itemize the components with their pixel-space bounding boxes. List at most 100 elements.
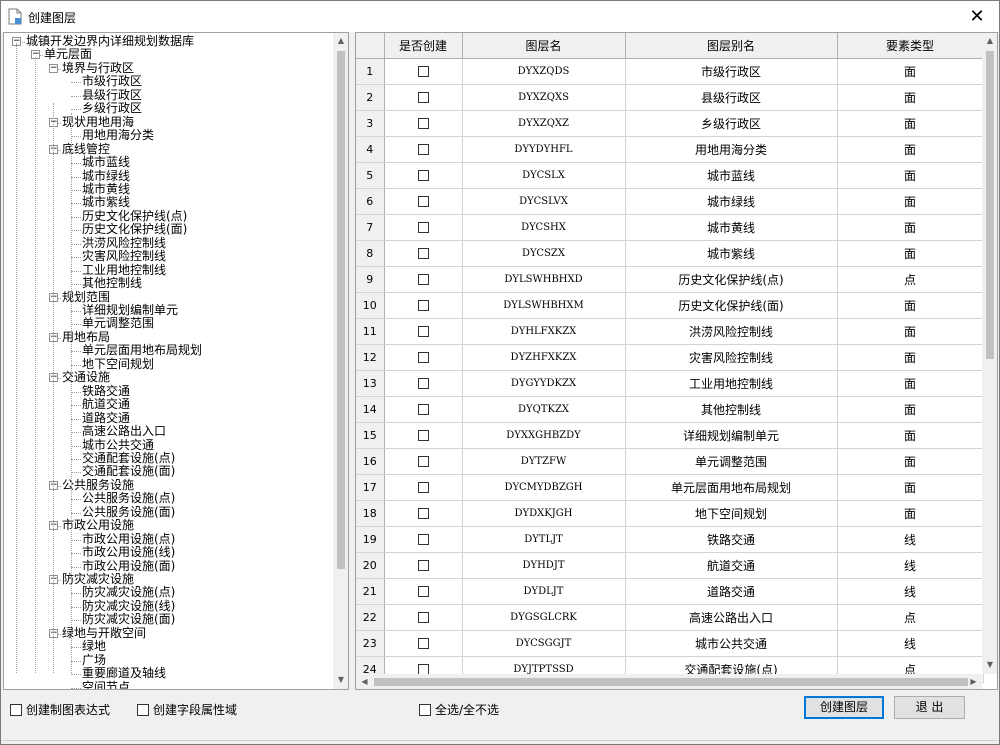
tree-node[interactable]: 高速公路出入口 [82, 425, 166, 439]
row-number[interactable]: 5 [356, 162, 385, 189]
table-row[interactable]: 6 DYCSLVX 城市绿线面 [356, 188, 984, 215]
table-row[interactable]: 15 DYXXGHBZDY 详细规划编制单元面 [356, 422, 984, 449]
checkbox-box[interactable] [419, 703, 431, 716]
layer-alias-cell[interactable]: 城市紫线 [625, 240, 838, 267]
create-cell[interactable] [384, 500, 463, 527]
tree-node[interactable]: 重要廊道及轴线 [82, 667, 166, 681]
create-cell[interactable] [384, 448, 463, 475]
table-row[interactable]: 16 DYTZFW 单元调整范围面 [356, 448, 984, 475]
create-cell[interactable] [384, 370, 463, 397]
table-row[interactable]: 18 DYDXKJGH 地下空间规划面 [356, 500, 984, 527]
feature-type-cell[interactable]: 面 [837, 448, 984, 475]
create-style-checkbox[interactable]: 创建制图表达式 [10, 701, 110, 718]
layer-alias-cell[interactable]: 详细规划编制单元 [625, 422, 838, 449]
create-cell[interactable] [384, 58, 463, 85]
create-checkbox[interactable] [417, 508, 429, 519]
create-cell[interactable] [384, 474, 463, 501]
create-checkbox[interactable] [417, 638, 429, 649]
tree-node[interactable]: 历史文化保护线(面) [82, 223, 187, 237]
create-checkbox[interactable] [417, 378, 429, 389]
col-header-layer-name[interactable]: 图层名 [462, 33, 626, 59]
layer-name-cell[interactable]: DYYDYHFL [462, 136, 626, 163]
feature-type-cell[interactable]: 面 [837, 422, 984, 449]
row-number[interactable]: 19 [356, 526, 385, 553]
feature-type-cell[interactable]: 线 [837, 526, 984, 553]
create-cell[interactable] [384, 84, 463, 111]
row-number[interactable]: 8 [356, 240, 385, 267]
layer-grid[interactable]: 是否创建 图层名 图层别名 要素类型 1 DYXZQDS 市级行政区面 2 DYXZQX… [355, 32, 998, 690]
layer-alias-cell[interactable]: 历史文化保护线(点) [625, 266, 838, 293]
layer-alias-cell[interactable]: 高速公路出入口 [625, 604, 838, 631]
create-layer-button[interactable]: 创建图层 [804, 696, 884, 719]
table-row[interactable]: 19 DYTLJT 铁路交通线 [356, 526, 984, 553]
create-checkbox[interactable] [417, 404, 429, 415]
row-number[interactable]: 23 [356, 630, 385, 657]
table-row[interactable]: 12 DYZHFXKZX 灾害风险控制线面 [356, 344, 984, 371]
layer-name-cell[interactable]: DYGSGLCRK [462, 604, 626, 631]
layer-alias-cell[interactable]: 历史文化保护线(面) [625, 292, 838, 319]
layer-alias-cell[interactable]: 城市黄线 [625, 214, 838, 241]
tree-node[interactable]: 其他控制线 [82, 277, 142, 291]
grid-horizontal-scrollbar[interactable]: ◀ ▶ [356, 674, 982, 689]
table-row[interactable]: 8 DYCSZX 城市紫线面 [356, 240, 984, 267]
row-number[interactable]: 22 [356, 604, 385, 631]
row-number[interactable]: 20 [356, 552, 385, 579]
feature-type-cell[interactable]: 面 [837, 136, 984, 163]
layer-alias-cell[interactable]: 铁路交通 [625, 526, 838, 553]
tree-node[interactable]: 市级行政区 [82, 75, 142, 89]
scroll-left-icon[interactable]: ◀ [356, 677, 373, 686]
create-cell[interactable] [384, 422, 463, 449]
layer-name-cell[interactable]: DYQTKZX [462, 396, 626, 423]
layer-alias-cell[interactable]: 城市蓝线 [625, 162, 838, 189]
feature-type-cell[interactable]: 点 [837, 604, 984, 631]
scroll-down-icon[interactable]: ▼ [982, 660, 997, 669]
layer-alias-cell[interactable]: 单元调整范围 [625, 448, 838, 475]
row-number[interactable]: 12 [356, 344, 385, 371]
create-checkbox[interactable] [417, 586, 429, 597]
create-cell[interactable] [384, 604, 463, 631]
tree-node[interactable]: 城市公共交通 [82, 438, 154, 453]
row-number[interactable]: 13 [356, 370, 385, 397]
table-row[interactable]: 2 DYXZQXS 县级行政区面 [356, 84, 984, 111]
table-row[interactable]: 4 DYYDYHFL 用地用海分类面 [356, 136, 984, 163]
create-cell[interactable] [384, 162, 463, 189]
table-row[interactable]: 13 DYGYYDKZX 工业用地控制线面 [356, 370, 984, 397]
layer-alias-cell[interactable]: 其他控制线 [625, 396, 838, 423]
table-row[interactable]: 9 DYLSWHBHXD 历史文化保护线(点) 点 [356, 266, 984, 293]
create-cell[interactable] [384, 552, 463, 579]
tree-node[interactable]: 城市蓝线 [82, 156, 130, 170]
layer-alias-cell[interactable]: 单元层面用地布局规划 [625, 474, 838, 501]
table-row[interactable]: 5 DYCSLX 城市蓝线面 [356, 162, 984, 189]
scroll-down-icon[interactable]: ▼ [333, 675, 348, 684]
feature-type-cell[interactable]: 线 [837, 630, 984, 657]
tree-node[interactable]: 绿地 [82, 640, 106, 654]
layer-name-cell[interactable]: DYGYYDKZX [462, 370, 626, 397]
grid-vertical-scrollbar[interactable]: ▲ ▼ [982, 33, 997, 674]
row-number[interactable]: 16 [356, 448, 385, 475]
table-row[interactable]: 10 DYLSWHBHXM 历史文化保护线(面) 面 [356, 292, 984, 319]
feature-type-cell[interactable]: 面 [837, 500, 984, 527]
feature-type-cell[interactable]: 面 [837, 370, 984, 397]
layer-name-cell[interactable]: DYLSWHBHXD [462, 266, 626, 293]
layer-name-cell[interactable]: DYHDJT [462, 552, 626, 579]
table-row[interactable]: 21 DYDLJT 道路交通线 [356, 578, 984, 605]
create-field-domain-checkbox[interactable]: 创建字段属性域 [137, 701, 237, 718]
tree-node[interactable]: 用地用海分类 [82, 129, 154, 143]
scroll-up-icon[interactable]: ▲ [333, 36, 348, 45]
layer-alias-cell[interactable]: 城市公共交通 [625, 630, 838, 657]
tree-node[interactable]: 灾害风险控制线 [82, 250, 166, 264]
feature-type-cell[interactable]: 点 [837, 266, 984, 293]
create-checkbox[interactable] [417, 170, 429, 181]
create-cell[interactable] [384, 188, 463, 215]
feature-type-cell[interactable]: 面 [837, 214, 984, 241]
tree-node[interactable]: 航道交通 [82, 398, 130, 412]
create-cell[interactable] [384, 110, 463, 137]
row-number[interactable]: 9 [356, 266, 385, 293]
create-checkbox[interactable] [417, 248, 429, 259]
scroll-thumb[interactable] [374, 678, 968, 686]
close-icon[interactable]: ✕ [955, 1, 999, 32]
layer-name-cell[interactable]: DYXZQXZ [462, 110, 626, 137]
layer-tree[interactable]: − 城镇开发边界内详细规划数据库 − 单元层面 − 境界与行政区 市级行政区 县级行政区 乡级行… [3, 32, 349, 690]
row-number[interactable]: 7 [356, 214, 385, 241]
create-checkbox[interactable] [417, 300, 429, 311]
